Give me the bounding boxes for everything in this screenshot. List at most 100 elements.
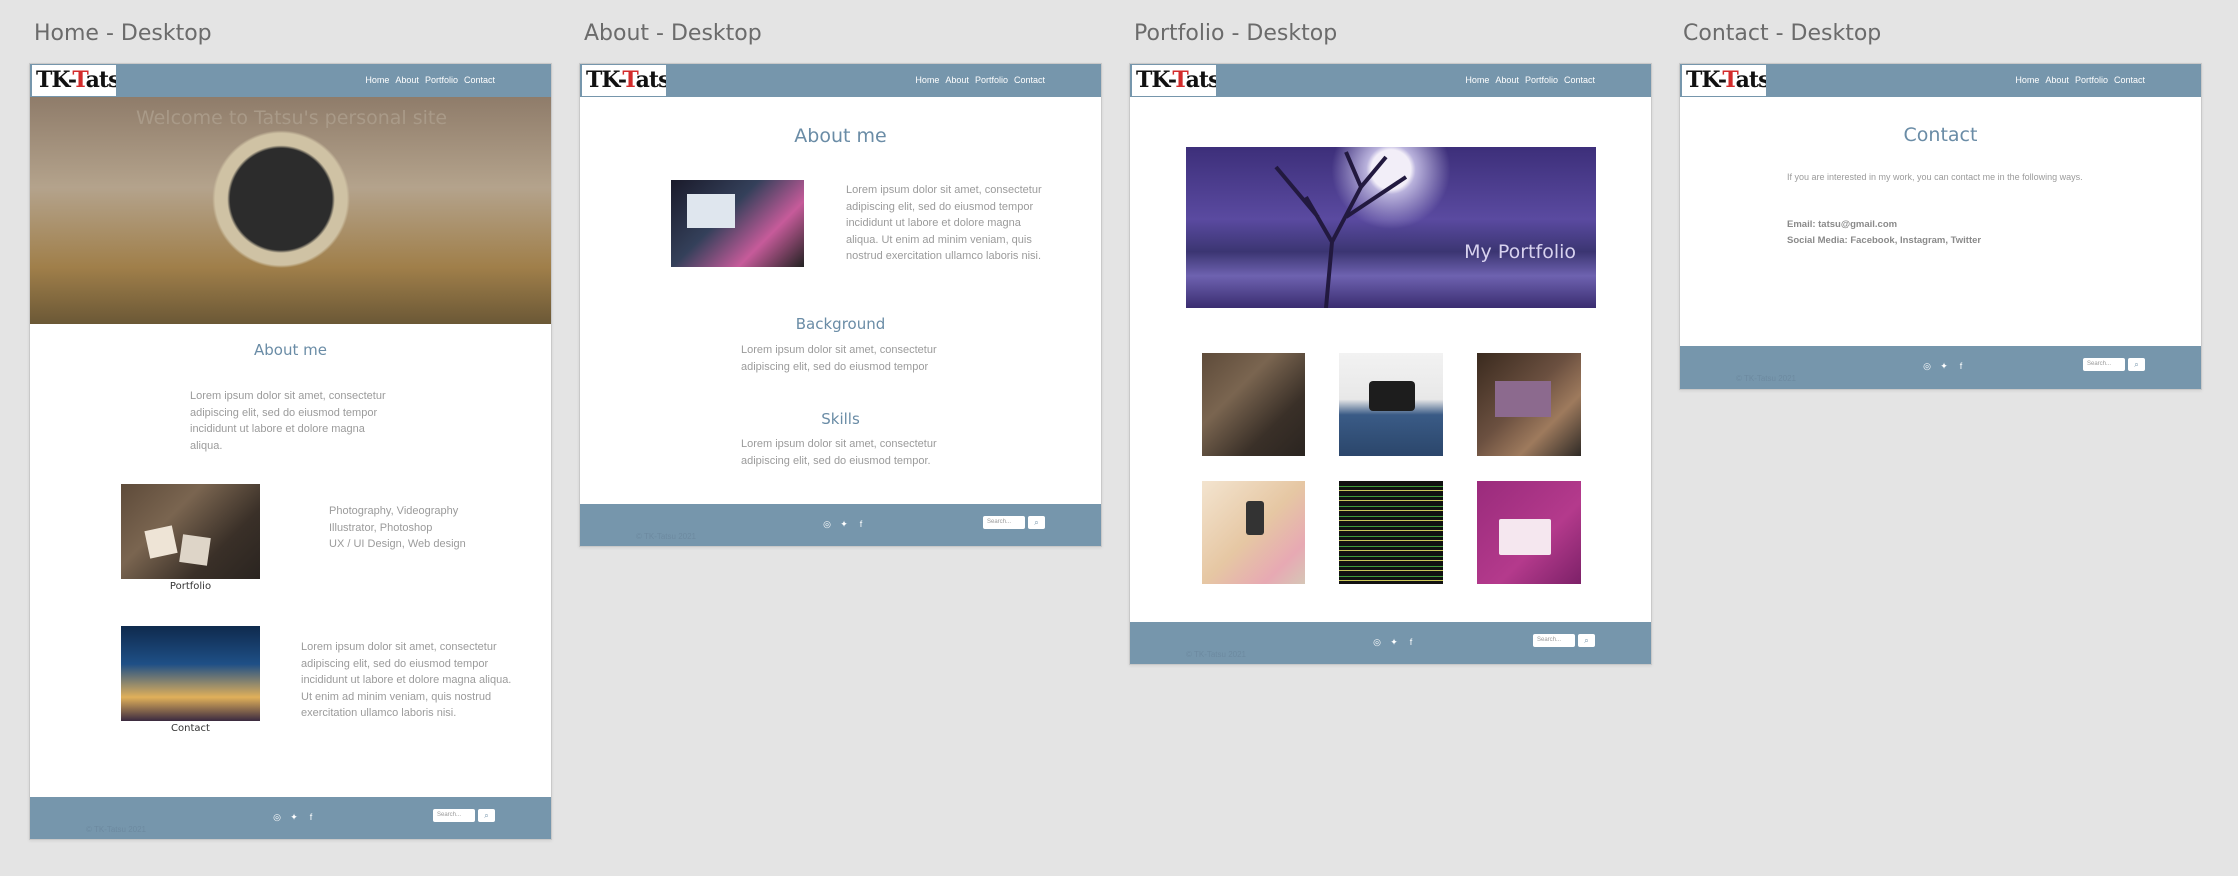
search-input[interactable]: Search...	[2083, 358, 2125, 371]
home-about-text: Lorem ipsum dolor sit amet, consectetur …	[190, 390, 386, 452]
nav-links: Home About Portfolio Contact	[2015, 75, 2145, 85]
home-contact-text: Lorem ipsum dolor sit amet, consectetur …	[301, 641, 512, 719]
home-about-heading: About me	[254, 341, 327, 359]
contact-caption[interactable]: Contact	[121, 723, 260, 734]
twitter-icon[interactable]: ✦	[839, 519, 849, 529]
twitter-icon[interactable]: ✦	[1939, 361, 1949, 371]
site-logo[interactable]: TK-Tatsu	[32, 65, 116, 96]
nav-contact[interactable]: Contact	[2114, 75, 2145, 85]
search-icon[interactable]: ⌕	[1028, 516, 1045, 529]
nav-portfolio[interactable]: Portfolio	[975, 75, 1008, 85]
portfolio-banner: My Portfolio	[1186, 147, 1596, 308]
facebook-icon[interactable]: f	[1406, 637, 1416, 647]
search-input[interactable]: Search...	[433, 809, 475, 822]
search-icon[interactable]: ⌕	[478, 809, 495, 822]
tree-silhouette	[1274, 151, 1408, 308]
facebook-icon[interactable]: f	[856, 519, 866, 529]
top-nav: TK-Tatsu Home About Portfolio Contact	[580, 64, 1101, 97]
site-logo[interactable]: TK-Tatsu	[1682, 65, 1766, 96]
skills-text: Lorem ipsum dolor sit amet, consectetur …	[741, 438, 937, 467]
footer: ◎ ✦ f Search... ⌕ © TK-Tatsu 2021	[30, 797, 551, 839]
instagram-icon[interactable]: ◎	[1922, 361, 1932, 371]
nav-home[interactable]: Home	[1465, 75, 1489, 85]
search-input[interactable]: Search...	[983, 516, 1025, 529]
artboard-home: TK-Tatsu Home About Portfolio Contact We…	[29, 63, 552, 840]
contact-thumb[interactable]	[121, 626, 260, 721]
skill-line: Photography, Videography	[329, 505, 459, 517]
hero-image: Welcome to Tatsu's personal site	[30, 97, 551, 324]
site-logo[interactable]: TK-Tatsu	[1132, 65, 1216, 96]
contact-intro: If you are interested in my work, you ca…	[1787, 172, 2083, 182]
social-icons: ◎ ✦ f	[822, 519, 866, 529]
about-photo	[671, 180, 804, 267]
instagram-icon[interactable]: ◎	[822, 519, 832, 529]
nav-portfolio[interactable]: Portfolio	[425, 75, 458, 85]
nav-about[interactable]: About	[1495, 75, 1519, 85]
artboard-title-home[interactable]: Home - Desktop	[34, 21, 212, 46]
contact-social: Social Media: Facebook, Instagram, Twitt…	[1787, 235, 1982, 246]
top-nav: TK-Tatsu Home About Portfolio Contact	[1130, 64, 1651, 97]
portfolio-caption[interactable]: Portfolio	[121, 581, 260, 592]
footer: ◎ ✦ f Search... ⌕ © TK-Tatsu 2021	[580, 504, 1101, 546]
artboard-title-about[interactable]: About - Desktop	[584, 21, 762, 46]
background-heading: Background	[795, 315, 886, 333]
artboard-portfolio: TK-Tatsu Home About Portfolio Contact My…	[1129, 63, 1652, 665]
skills-heading: Skills	[821, 410, 860, 428]
portfolio-item[interactable]	[1202, 481, 1305, 584]
facebook-icon[interactable]: f	[306, 812, 316, 822]
nav-about[interactable]: About	[2045, 75, 2069, 85]
site-logo[interactable]: TK-Tatsu	[582, 65, 666, 96]
skill-line: Illustrator, Photoshop	[329, 521, 433, 534]
nav-home[interactable]: Home	[915, 75, 939, 85]
copyright: © TK-Tatsu 2021	[1736, 374, 1796, 383]
top-nav: TK-Tatsu Home About Portfolio Contact	[30, 64, 551, 97]
nav-home[interactable]: Home	[2015, 75, 2039, 85]
nav-contact[interactable]: Contact	[464, 75, 495, 85]
instagram-icon[interactable]: ◎	[1372, 637, 1382, 647]
instagram-icon[interactable]: ◎	[272, 812, 282, 822]
about-heading: About me	[794, 125, 887, 147]
portfolio-thumb[interactable]	[121, 484, 260, 579]
contact-email[interactable]: Email: tatsu@gmail.com	[1787, 219, 1897, 230]
nav-portfolio[interactable]: Portfolio	[1525, 75, 1558, 85]
social-icons: ◎ ✦ f	[1922, 361, 1966, 371]
artboard-contact: TK-Tatsu Home About Portfolio Contact Co…	[1679, 63, 2202, 390]
portfolio-item[interactable]	[1202, 353, 1305, 456]
portfolio-item[interactable]	[1477, 353, 1581, 456]
skill-line: UX / UI Design, Web design	[329, 538, 466, 550]
search-input[interactable]: Search...	[1533, 634, 1575, 647]
search-icon[interactable]: ⌕	[1578, 634, 1595, 647]
footer: ◎ ✦ f Search... ⌕ © TK-Tatsu 2021	[1130, 622, 1651, 664]
artboard-title-portfolio[interactable]: Portfolio - Desktop	[1134, 21, 1337, 46]
contact-heading: Contact	[1903, 124, 1978, 146]
footer: ◎ ✦ f Search... ⌕ © TK-Tatsu 2021	[1680, 346, 2201, 389]
copyright: © TK-Tatsu 2021	[636, 532, 696, 541]
nav-home[interactable]: Home	[365, 75, 389, 85]
top-nav: TK-Tatsu Home About Portfolio Contact	[1680, 64, 2201, 97]
hero-text: Welcome to Tatsu's personal site	[135, 107, 448, 129]
search-icon[interactable]: ⌕	[2128, 358, 2145, 371]
twitter-icon[interactable]: ✦	[289, 812, 299, 822]
facebook-icon[interactable]: f	[1956, 361, 1966, 371]
nav-links: Home About Portfolio Contact	[1465, 75, 1595, 85]
banner-text: My Portfolio	[1464, 241, 1576, 263]
twitter-icon[interactable]: ✦	[1389, 637, 1399, 647]
nav-links: Home About Portfolio Contact	[915, 75, 1045, 85]
copyright: © TK-Tatsu 2021	[86, 825, 146, 834]
about-intro: Lorem ipsum dolor sit amet, consectetur …	[846, 184, 1042, 262]
artboard-about: TK-Tatsu Home About Portfolio Contact Ab…	[579, 63, 1102, 547]
background-text: Lorem ipsum dolor sit amet, consectetur …	[741, 344, 937, 373]
nav-contact[interactable]: Contact	[1014, 75, 1045, 85]
nav-contact[interactable]: Contact	[1564, 75, 1595, 85]
skills-list: Photography, Videography Illustrator, Ph…	[329, 503, 509, 553]
portfolio-item[interactable]	[1339, 481, 1443, 584]
portfolio-item[interactable]	[1339, 353, 1443, 456]
nav-portfolio[interactable]: Portfolio	[2075, 75, 2108, 85]
nav-about[interactable]: About	[395, 75, 419, 85]
portfolio-item[interactable]	[1477, 481, 1581, 584]
social-icons: ◎ ✦ f	[272, 812, 316, 822]
artboard-title-contact[interactable]: Contact - Desktop	[1683, 21, 1881, 46]
nav-about[interactable]: About	[945, 75, 969, 85]
copyright: © TK-Tatsu 2021	[1186, 650, 1246, 659]
social-icons: ◎ ✦ f	[1372, 637, 1416, 647]
